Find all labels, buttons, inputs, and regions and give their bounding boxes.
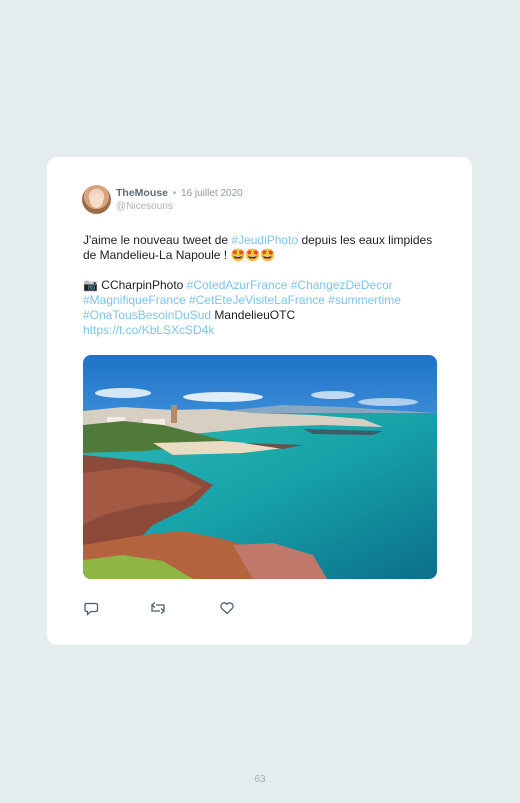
tweet-actions: [83, 600, 283, 618]
tweet-text: J'aime le nouveau tweet de #JeudiPhoto d…: [83, 233, 443, 338]
star-struck-emoji: 🤩🤩🤩: [230, 248, 276, 262]
reply-icon[interactable]: [83, 600, 99, 616]
user-name[interactable]: TheMouse: [116, 187, 168, 199]
text-segment: J'aime le nouveau tweet de: [83, 233, 232, 247]
hashtag-link[interactable]: #OnaTousBesoinDuSud: [83, 308, 211, 322]
tweet-url[interactable]: https://t.co/KbLSXcSD4k: [83, 323, 214, 337]
tweet-date[interactable]: 16 juillet 2020: [181, 188, 243, 199]
hashtag-link[interactable]: #summertime: [328, 293, 401, 307]
retweet-icon[interactable]: [150, 600, 166, 616]
coastline-photo[interactable]: [83, 355, 437, 579]
hashtag-link[interactable]: #ChangezDeDecor: [291, 278, 393, 292]
tweet-card: TheMouse • 16 juillet 2020 @Nicesouris J…: [47, 157, 472, 645]
camera-icon: 📷: [83, 278, 98, 292]
heart-icon[interactable]: [219, 600, 235, 616]
tweet-header: TheMouse • 16 juillet 2020: [116, 187, 243, 199]
photo-credit: CCharpinPhoto: [97, 278, 187, 292]
hashtag-link[interactable]: #CotedAzurFrance: [187, 278, 288, 292]
hashtag-link[interactable]: #MagnifiqueFrance: [83, 293, 186, 307]
avatar[interactable]: [82, 185, 111, 214]
user-handle[interactable]: @Nicesouris: [116, 201, 173, 212]
place-mention: MandelieuOTC: [211, 308, 296, 322]
page-number: 63: [254, 774, 266, 785]
separator: •: [172, 188, 177, 199]
hashtag-link[interactable]: #JeudiPhoto: [231, 233, 298, 247]
hashtag-link[interactable]: #CetEteJeVisiteLaFrance: [189, 293, 325, 307]
